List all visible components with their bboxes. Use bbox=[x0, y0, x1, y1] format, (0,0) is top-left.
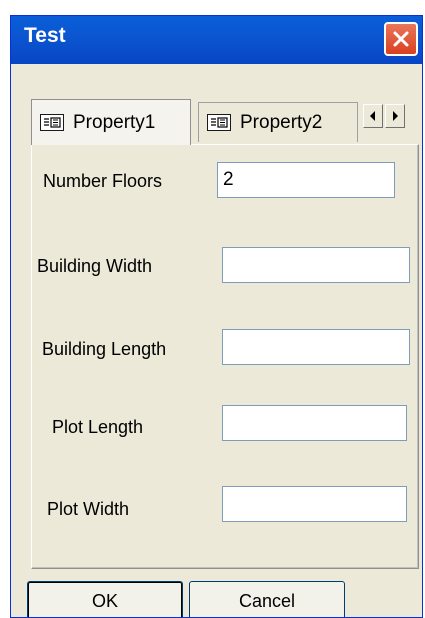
form-icon bbox=[207, 114, 231, 131]
tab-scroll-buttons bbox=[363, 104, 405, 128]
arrow-left-icon bbox=[370, 111, 375, 121]
number-floors-input[interactable] bbox=[217, 162, 395, 198]
cancel-button[interactable]: Cancel bbox=[189, 581, 345, 617]
tab-page: Number Floors Building Width Building Le… bbox=[31, 144, 419, 569]
arrow-right-icon bbox=[393, 111, 398, 121]
tab-property2-label: Property2 bbox=[240, 111, 323, 133]
building-width-label: Building Width bbox=[37, 256, 153, 276]
tab-property1-label: Property1 bbox=[73, 111, 156, 133]
ok-button[interactable]: OK bbox=[27, 581, 183, 617]
plot-length-label: Plot Length bbox=[52, 417, 144, 437]
tab-strip: Property1 Property2 bbox=[11, 64, 422, 145]
plot-length-input[interactable] bbox=[222, 405, 407, 441]
dialog-client: Property1 Property2 Number Floors Build bbox=[11, 64, 422, 617]
form-icon bbox=[40, 114, 64, 131]
building-length-input[interactable] bbox=[222, 329, 410, 365]
close-icon bbox=[393, 31, 409, 47]
close-button[interactable] bbox=[384, 22, 418, 56]
building-length-label: Building Length bbox=[42, 339, 167, 359]
title-bar[interactable]: Test bbox=[11, 16, 422, 64]
number-floors-label: Number Floors bbox=[43, 171, 163, 191]
tab-scroll-left-button[interactable] bbox=[363, 104, 383, 128]
tab-property1[interactable]: Property1 bbox=[31, 99, 191, 145]
window-title: Test bbox=[24, 24, 66, 47]
tab-property2[interactable]: Property2 bbox=[198, 102, 358, 142]
dialog-window: Test Property1 Property2 Number Floors 2… bbox=[10, 15, 423, 618]
building-width-input[interactable] bbox=[222, 247, 410, 283]
tab-scroll-right-button[interactable] bbox=[385, 104, 405, 128]
plot-width-input[interactable] bbox=[222, 486, 407, 522]
plot-width-label: Plot Width bbox=[47, 499, 130, 519]
